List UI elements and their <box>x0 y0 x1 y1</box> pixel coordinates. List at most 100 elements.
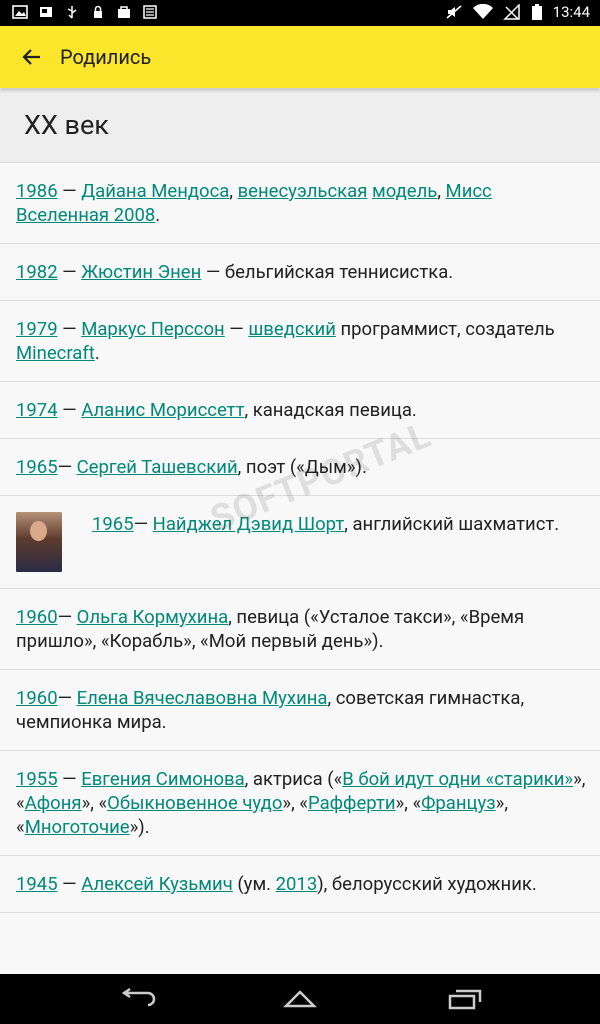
system-icons: 13:44 <box>445 3 590 21</box>
item-link[interactable]: 1965 <box>16 456 58 478</box>
item-text-segment: — бельгийская теннисистка. <box>201 261 454 283</box>
item-text: 1979 — Маркус Перссон — шведский програм… <box>16 317 586 365</box>
lock-icon <box>94 5 102 18</box>
item-link[interactable]: Сергей Ташевский <box>77 456 238 478</box>
back-arrow-icon[interactable] <box>20 45 44 69</box>
section-heading: XX век <box>24 109 109 141</box>
item-text-segment: — <box>57 606 77 628</box>
item-link[interactable]: 1986 <box>16 180 58 202</box>
nav-back-icon[interactable] <box>118 988 158 1010</box>
item-link[interactable]: венесуэльская <box>238 180 368 202</box>
item-text: 1955 — Евгения Симонова, актриса («В бой… <box>16 767 586 839</box>
item-link[interactable]: Многоточие <box>25 816 130 838</box>
item-link[interactable]: 1960 <box>16 606 58 628</box>
item-link[interactable]: 1979 <box>16 318 58 340</box>
tasks-icon <box>143 5 157 19</box>
list-item: 1960— Елена Вячеславовна Мухина, советск… <box>0 670 600 751</box>
list-item: 1965— Найджел Дэвид Шорт, английский шах… <box>0 496 600 589</box>
wifi-icon <box>472 4 493 19</box>
item-link[interactable]: В бой идут одни «старики» <box>342 768 573 790</box>
item-link[interactable]: Алексей Кузьмич <box>81 873 233 895</box>
battery-icon <box>531 4 542 20</box>
list-item: 1955 — Евгения Симонова, актриса («В бой… <box>0 751 600 856</box>
item-text: 1960— Ольга Кормухина, певица («Усталое … <box>16 605 586 653</box>
item-text-segment: », « <box>395 792 422 814</box>
item-text-segment: », « <box>81 792 108 814</box>
item-text: 1986 — Дайана Мендоса, венесуэльская мод… <box>16 179 586 227</box>
item-text-segment: », « <box>282 792 308 814</box>
system-nav-bar <box>0 974 600 1024</box>
item-link[interactable]: 1965 <box>92 513 134 535</box>
births-list: 1986 — Дайана Мендоса, венесуэльская мод… <box>0 163 600 913</box>
item-link[interactable]: Minecraft <box>16 342 95 364</box>
list-item: 1945 — Алексей Кузьмич (ум. 2013), белор… <box>0 856 600 913</box>
list-item: 1982 — Жюстин Энен — бельгийская тенниси… <box>0 244 600 301</box>
item-text-segment: — <box>57 687 77 709</box>
item-link[interactable]: 1945 <box>16 873 58 895</box>
person-photo <box>16 512 62 572</box>
notification-icons <box>12 5 158 19</box>
item-text: 1974 — Аланис Мориссетт, канадская певиц… <box>16 398 586 422</box>
item-link[interactable]: 1955 <box>16 768 58 790</box>
item-text-segment: , <box>229 180 238 202</box>
item-text-segment: . <box>155 204 161 226</box>
item-link[interactable]: Француз <box>421 792 496 814</box>
status-bar: 13:44 <box>0 0 600 26</box>
item-link[interactable]: 1982 <box>16 261 58 283</box>
item-link[interactable]: Евгения Симонова <box>81 768 244 790</box>
item-link[interactable]: 1960 <box>16 687 58 709</box>
item-text-segment: — <box>57 261 82 283</box>
list-item: 1986 — Дайана Мендоса, венесуэльская мод… <box>0 163 600 244</box>
nav-home-icon[interactable] <box>280 988 320 1010</box>
image-notification-icon <box>12 5 28 19</box>
item-text-segment: (ум. <box>232 873 276 895</box>
item-text: 1945 — Алексей Кузьмич (ум. 2013), белор… <box>16 872 586 896</box>
item-text-segment: — <box>224 318 249 340</box>
toolbar-title: Родились <box>60 45 152 69</box>
item-text-segment: »). <box>129 816 150 838</box>
item-link[interactable]: Найджел Дэвид Шорт <box>153 513 345 535</box>
list-item: 1965— Сергей Ташевский, поэт («Дым»). <box>0 439 600 496</box>
list-item: 1974 — Аланис Мориссетт, канадская певиц… <box>0 382 600 439</box>
item-text-segment: — <box>133 513 153 535</box>
item-text-segment: — <box>57 180 82 202</box>
usb-icon <box>67 6 77 19</box>
signal-off-icon <box>502 4 520 20</box>
item-link[interactable]: Рафферти <box>308 792 396 814</box>
gallery-notification-icon <box>40 7 52 17</box>
item-link[interactable]: Ольга Кормухина <box>77 606 229 628</box>
item-link[interactable]: Маркус Перссон <box>81 318 225 340</box>
item-text-segment: — <box>57 873 82 895</box>
item-text: 1965— Найджел Дэвид Шорт, английский шах… <box>92 512 559 536</box>
item-text-segment: , <box>437 180 446 202</box>
item-text-segment: — <box>57 318 82 340</box>
mute-icon <box>446 5 462 19</box>
item-text-segment: ), белорусский художник. <box>317 873 537 895</box>
item-link[interactable]: 1974 <box>16 399 58 421</box>
app-toolbar: Родились <box>0 26 600 88</box>
nav-recents-icon[interactable] <box>444 988 484 1010</box>
shop-bag-icon <box>118 6 130 18</box>
item-link[interactable]: шведский <box>248 318 336 340</box>
item-link[interactable]: Елена Вячеславовна Мухина <box>77 687 328 709</box>
item-link[interactable]: 2013 <box>276 873 318 895</box>
item-link[interactable]: Аланис Мориссетт <box>81 399 244 421</box>
item-link[interactable]: Обыкновенное чудо <box>107 792 282 814</box>
item-text-segment: программист, создатель <box>335 318 555 340</box>
item-text-segment: , канадская певица. <box>244 399 417 421</box>
list-item: 1979 — Маркус Перссон — шведский програм… <box>0 301 600 382</box>
item-text-segment: , актриса (« <box>244 768 343 790</box>
section-header: XX век <box>0 89 600 163</box>
item-text-segment: . <box>94 342 100 364</box>
item-link[interactable]: Афоня <box>25 792 82 814</box>
item-link[interactable]: Жюстин Энен <box>81 261 201 283</box>
item-text-segment: — <box>57 399 82 421</box>
item-link[interactable]: Дайана Мендоса <box>81 180 229 202</box>
item-text: 1960— Елена Вячеславовна Мухина, советск… <box>16 686 586 734</box>
item-text-segment: — <box>57 456 77 478</box>
item-text-segment: , поэт («Дым»). <box>237 456 367 478</box>
item-text-segment: , английский шахматист. <box>344 513 560 535</box>
item-text-segment: — <box>57 768 82 790</box>
list-item: 1960— Ольга Кормухина, певица («Усталое … <box>0 589 600 670</box>
item-link[interactable]: модель <box>372 180 437 202</box>
